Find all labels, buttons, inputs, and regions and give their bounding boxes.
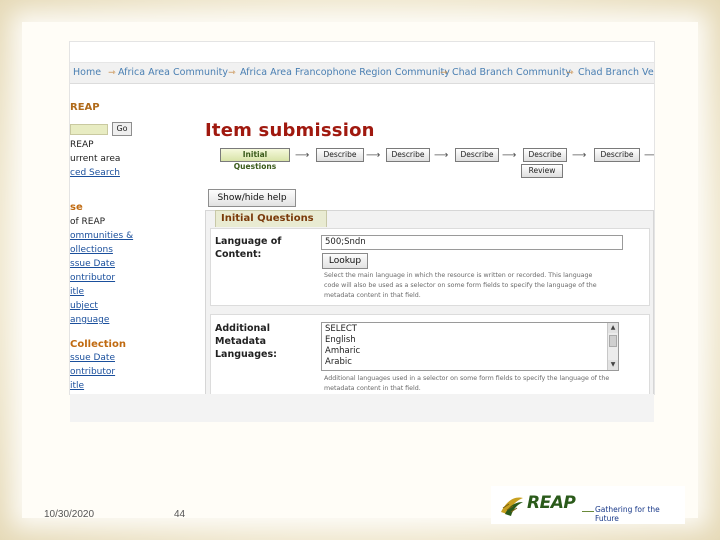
breadcrumb-item[interactable]: Africa Area Community: [118, 63, 228, 83]
breadcrumb: Home ⇾ Africa Area Community ⇾ Africa Ar…: [70, 62, 654, 84]
step-describe[interactable]: Describe: [455, 148, 499, 162]
browse-link[interactable]: ssue Date: [70, 259, 115, 269]
show-hide-help-button[interactable]: Show/hide help: [208, 189, 296, 207]
language-input[interactable]: 500;Sndn: [321, 235, 623, 250]
breadcrumb-item[interactable]: Africa Area Francophone Region Community: [240, 63, 450, 83]
language-hint: Select the main language in which the re…: [324, 272, 597, 299]
arrow-icon: ⇾: [228, 68, 236, 78]
search-input[interactable]: [70, 124, 108, 135]
browse-link[interactable]: ubject: [70, 301, 98, 311]
arrow-icon: ⇾: [566, 68, 574, 78]
arrow-icon: ⇾: [108, 68, 116, 78]
search-scope-option[interactable]: REAP: [70, 140, 94, 150]
collection-link[interactable]: ontributor: [70, 367, 115, 377]
browse-link[interactable]: ollections: [70, 245, 113, 255]
additional-languages-listbox[interactable]: SELECT English Amharic Arabic ▲ ▼: [321, 322, 619, 371]
scroll-up-icon[interactable]: ▲: [608, 323, 618, 333]
sidebar-brand: REAP: [70, 102, 100, 113]
logo-divider: [582, 511, 594, 512]
screenshot-shadow: [70, 394, 654, 422]
logo-text: REAP: [527, 493, 576, 513]
scroll-down-icon[interactable]: ▼: [608, 360, 618, 370]
breadcrumb-item[interactable]: Chad Branch Community: [452, 63, 571, 83]
long-arrow-icon: ⟶: [434, 150, 449, 161]
step-describe[interactable]: Describe: [523, 148, 567, 162]
lookup-button[interactable]: Lookup: [322, 253, 368, 269]
long-arrow-icon: ⟶: [366, 150, 381, 161]
long-arrow-icon: ⟶: [295, 150, 310, 161]
additional-languages-label: Additional Metadata Languages:: [215, 323, 277, 360]
advanced-search-link[interactable]: ced Search: [70, 168, 120, 178]
list-option[interactable]: English: [325, 335, 356, 345]
browse-link[interactable]: itle: [70, 287, 84, 297]
collection-heading: Collection: [70, 339, 126, 350]
breadcrumb-home[interactable]: Home: [73, 63, 101, 83]
additional-languages-hint: Additional languages used in a selector …: [324, 375, 610, 392]
list-option[interactable]: SELECT: [325, 324, 357, 334]
browser-screenshot: Home ⇾ Africa Area Community ⇾ Africa Ar…: [70, 42, 654, 394]
long-arrow-icon: ⟶: [572, 150, 587, 161]
browse-link[interactable]: ommunities &: [70, 231, 133, 241]
collection-link[interactable]: ssue Date: [70, 353, 115, 363]
list-option[interactable]: Arabic: [325, 357, 352, 367]
list-option[interactable]: Amharic: [325, 346, 360, 356]
step-review[interactable]: Review: [521, 164, 563, 178]
browse-link[interactable]: anguage: [70, 315, 109, 325]
listbox-scrollbar[interactable]: ▲ ▼: [607, 323, 618, 370]
go-button[interactable]: Go: [112, 122, 132, 136]
long-arrow-icon: ⟶: [502, 150, 517, 161]
browse-heading: se: [70, 202, 83, 213]
step-describe[interactable]: Describe: [386, 148, 430, 162]
page-title: Item submission: [205, 120, 375, 141]
slide-date: 10/30/2020: [44, 509, 95, 520]
logo-tagline: Gathering for the Future: [595, 505, 660, 523]
scroll-thumb[interactable]: [609, 335, 617, 347]
browse-link[interactable]: ontributor: [70, 273, 115, 283]
reap-logo: REAP Gathering for the Future: [491, 486, 685, 524]
section-tab-initial-questions: Initial Questions: [215, 210, 327, 227]
breadcrumb-item[interactable]: Chad Branch Vers: [578, 63, 654, 83]
language-label: Language of Content:: [215, 236, 282, 260]
collection-link[interactable]: itle: [70, 381, 84, 391]
slide-number: 44: [174, 509, 186, 520]
sidebar: REAP Go REAP urrent area ced Search se o…: [70, 84, 136, 394]
step-describe[interactable]: Describe: [594, 148, 640, 162]
browse-scope: of REAP: [70, 217, 106, 227]
search-scope-option[interactable]: urrent area: [70, 154, 120, 164]
reap-logo-icon: [501, 497, 523, 516]
step-initial-questions[interactable]: Initial Questions: [220, 148, 290, 171]
arrow-icon: ⇾: [440, 68, 448, 78]
step-describe[interactable]: Describe: [316, 148, 364, 162]
long-arrow-icon: ⟶: [644, 150, 654, 161]
